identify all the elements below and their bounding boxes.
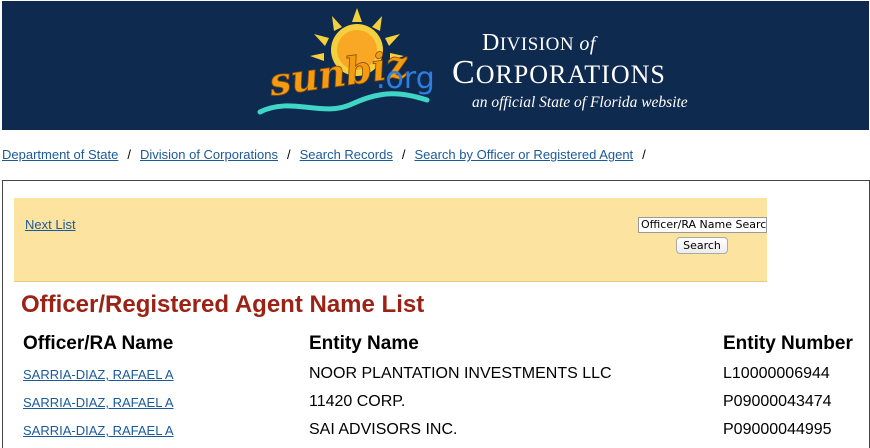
site-tagline: an official State of Florida website (472, 94, 688, 111)
entity-number-cell: P09000043474 (723, 393, 832, 410)
breadcrumb-search-records[interactable]: Search Records (300, 147, 393, 162)
column-header-entity-number: Entity Number (723, 333, 853, 354)
corporations-heading: CORPORATIONS (452, 54, 666, 91)
breadcrumb-separator: / (286, 147, 291, 162)
entity-number-cell: L10000006944 (723, 365, 830, 382)
officer-name-link[interactable]: SARRIA-DIAZ, RAFAEL A (23, 395, 174, 410)
breadcrumb: Department of State / Division of Corporat… (2, 147, 655, 162)
search-button[interactable]: Search (676, 237, 728, 254)
sunbiz-logo[interactable]: sunbiz .org (252, 8, 452, 120)
logo-text-org: .org (376, 61, 435, 96)
breadcrumb-division-of-corporations[interactable]: Division of Corporations (140, 147, 278, 162)
entity-number-cell: P09000044995 (723, 421, 832, 438)
breadcrumb-search-by-officer[interactable]: Search by Officer or Registered Agent (414, 147, 633, 162)
search-nav-panel (14, 198, 767, 282)
column-header-officer-name: Officer/RA Name (23, 333, 174, 354)
officer-name-link[interactable]: SARRIA-DIAZ, RAFAEL A (23, 423, 174, 438)
officer-name-link[interactable]: SARRIA-DIAZ, RAFAEL A (23, 367, 174, 382)
breadcrumb-separator: / (642, 147, 646, 162)
column-header-entity-name: Entity Name (309, 333, 419, 354)
breadcrumb-separator: / (127, 147, 131, 162)
entity-name-cell: SAI ADVISORS INC. (309, 421, 458, 438)
officer-name-search-input[interactable]: Officer/RA Name Search (638, 217, 767, 233)
entity-name-cell: NOOR PLANTATION INVESTMENTS LLC (309, 365, 612, 382)
next-list-link[interactable]: Next List (25, 217, 76, 232)
division-heading: DIVISION of (482, 30, 596, 56)
entity-name-cell: 11420 CORP. (309, 393, 406, 410)
page-title: Officer/Registered Agent Name List (21, 291, 425, 318)
breadcrumb-department-of-state[interactable]: Department of State (2, 147, 118, 162)
breadcrumb-separator: / (401, 147, 406, 162)
